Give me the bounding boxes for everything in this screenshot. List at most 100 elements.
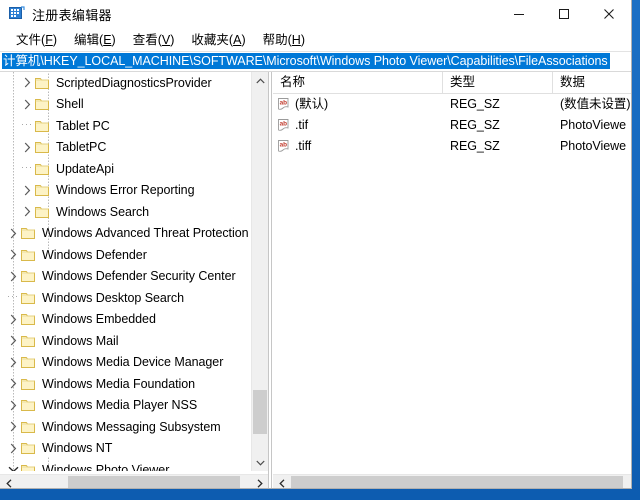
value-row[interactable]: ab .tiff REG_SZ PhotoViewe <box>273 136 631 157</box>
chevron-right-icon[interactable] <box>20 95 34 113</box>
values-horizontal-scrollbar[interactable] <box>273 474 631 488</box>
value-name: (默认) <box>295 97 329 111</box>
tree-item-label: Windows Advanced Threat Protection <box>42 226 249 241</box>
chevron-right-icon[interactable] <box>20 181 34 199</box>
tree-horizontal-scrollbar[interactable] <box>0 474 268 488</box>
value-name: .tiff <box>295 139 312 153</box>
tree-item-label: Windows Error Reporting <box>56 183 195 198</box>
tree-scroll-up-arrow[interactable] <box>252 72 268 89</box>
tree-item-label: Windows Defender <box>42 247 147 262</box>
chevron-right-icon[interactable] <box>20 138 34 156</box>
tree-item-windows-defender-security-center[interactable]: Windows Defender Security Center <box>0 266 250 288</box>
chevron-right-icon[interactable] <box>6 375 20 393</box>
chevron-right-icon[interactable] <box>20 74 34 92</box>
window-title: 注册表编辑器 <box>32 8 112 23</box>
chevron-right-icon[interactable] <box>6 332 20 350</box>
tree-item-windows-advanced-threat-protection[interactable]: Windows Advanced Threat Protection <box>0 223 250 245</box>
value-row[interactable]: ab (默认) REG_SZ (数值未设置) <box>273 94 631 115</box>
menu-help-accel: H <box>291 33 301 47</box>
registry-tree-pane: ScriptedDiagnosticsProvider Shell ··· Table… <box>0 72 268 488</box>
registry-values-list[interactable]: ab (默认) REG_SZ (数值未设置) ab .tif REG_SZ PhotoView… <box>273 94 631 157</box>
chevron-right-icon[interactable] <box>6 246 20 264</box>
tree-item-label: Windows Mail <box>42 333 119 348</box>
menu-favorites[interactable]: 收藏夹(A) <box>183 30 254 50</box>
chevron-right-icon[interactable] <box>6 224 20 242</box>
tree-item-windows-messaging-subsystem[interactable]: Windows Messaging Subsystem <box>0 416 250 438</box>
folder-icon <box>21 355 37 369</box>
tree-item-shell[interactable]: Shell <box>0 94 250 116</box>
menu-file[interactable]: 文件(F) <box>8 30 66 50</box>
value-row[interactable]: ab .tif REG_SZ PhotoViewe <box>273 115 631 136</box>
tree-item-windows-search[interactable]: Windows Search <box>0 201 250 223</box>
svg-text:ab: ab <box>280 100 288 107</box>
tree-item-windows-defender[interactable]: Windows Defender <box>0 244 250 266</box>
tree-item-label: Windows Media Player NSS <box>42 398 198 413</box>
tree-scroll-left-arrow[interactable] <box>0 475 17 488</box>
chevron-right-icon[interactable] <box>6 267 20 285</box>
values-hscroll-thumb[interactable] <box>291 476 623 488</box>
menu-file-accel: F <box>45 33 53 47</box>
close-button[interactable] <box>586 0 631 28</box>
tree-scroll-thumb[interactable] <box>253 390 267 434</box>
menu-view[interactable]: 查看(V) <box>125 30 184 50</box>
tree-vertical-scrollbar[interactable] <box>251 72 268 471</box>
value-type: REG_SZ <box>450 139 500 153</box>
tree-item-windows-media-foundation[interactable]: Windows Media Foundation <box>0 373 250 395</box>
tree-scroll-right-arrow[interactable] <box>251 475 268 488</box>
value-type: REG_SZ <box>450 97 500 111</box>
tree-item-windows-nt[interactable]: Windows NT <box>0 438 250 460</box>
menu-edit[interactable]: 编辑(E) <box>66 30 125 50</box>
tree-item-label: Windows Media Device Manager <box>42 355 224 370</box>
address-bar[interactable]: 计算机\HKEY_LOCAL_MACHINE\SOFTWARE\Microsof… <box>0 51 631 72</box>
folder-icon <box>35 119 51 133</box>
folder-icon <box>21 248 37 262</box>
address-path-text[interactable]: 计算机\HKEY_LOCAL_MACHINE\SOFTWARE\Microsof… <box>2 53 610 69</box>
values-scroll-left-arrow[interactable] <box>273 475 290 488</box>
pane-splitter[interactable] <box>268 72 272 488</box>
tree-hscroll-thumb[interactable] <box>68 476 240 488</box>
string-value-icon: ab <box>277 97 292 112</box>
tree-item-windows-media-device-manager[interactable]: Windows Media Device Manager <box>0 352 250 374</box>
chevron-right-icon[interactable] <box>6 396 20 414</box>
chevron-right-icon[interactable] <box>6 418 20 436</box>
column-header-data[interactable]: 数据 <box>553 72 631 93</box>
chevron-right-icon[interactable] <box>6 310 20 328</box>
tree-item-tablet-pc[interactable]: ··· Tablet PC <box>0 115 250 137</box>
tree-item-windows-mail[interactable]: Windows Mail <box>0 330 250 352</box>
value-type: REG_SZ <box>450 118 500 132</box>
tree-connector-dots: ··· <box>21 162 33 173</box>
folder-icon <box>35 97 51 111</box>
maximize-button[interactable] <box>541 0 586 28</box>
menu-help[interactable]: 帮助(H) <box>255 30 314 50</box>
minimize-button[interactable] <box>496 0 541 28</box>
tree-item-label: ScriptedDiagnosticsProvider <box>56 75 212 90</box>
tree-item-tabletpc[interactable]: TabletPC <box>0 137 250 159</box>
folder-icon <box>21 420 37 434</box>
tree-item-windows-desktop-search[interactable]: ··· Windows Desktop Search <box>0 287 250 309</box>
column-header-type[interactable]: 类型 <box>443 72 553 93</box>
tree-scroll-down-arrow[interactable] <box>252 454 268 471</box>
menu-edit-accel: E <box>103 33 112 47</box>
tree-item-windows-media-player-nss[interactable]: Windows Media Player NSS <box>0 395 250 417</box>
chevron-right-icon[interactable] <box>6 353 20 371</box>
folder-icon <box>21 312 37 326</box>
column-header-name[interactable]: 名称 <box>273 72 443 93</box>
chevron-down-icon[interactable] <box>6 461 20 471</box>
menu-favorites-accel: A <box>233 33 242 47</box>
tree-item-scripteddiagnosticsprovider[interactable]: ScriptedDiagnosticsProvider <box>0 72 250 94</box>
tree-item-windows-error-reporting[interactable]: Windows Error Reporting <box>0 180 250 202</box>
tree-item-windows-embedded[interactable]: Windows Embedded <box>0 309 250 331</box>
registry-tree[interactable]: ScriptedDiagnosticsProvider Shell ··· Table… <box>0 72 250 471</box>
folder-icon <box>21 269 37 283</box>
folder-icon <box>21 291 37 305</box>
string-value-icon: ab <box>277 118 292 133</box>
chevron-right-icon[interactable] <box>6 439 20 457</box>
tree-item-label: Windows Media Foundation <box>42 376 196 391</box>
tree-item-updateapi[interactable]: ··· UpdateApi <box>0 158 250 180</box>
folder-icon <box>21 377 37 391</box>
tree-item-windows-photo-viewer[interactable]: Windows Photo Viewer <box>0 459 250 471</box>
value-name: .tif <box>295 118 308 132</box>
tree-item-label: Windows Search <box>56 204 150 219</box>
chevron-right-icon[interactable] <box>20 203 34 221</box>
svg-text:ab: ab <box>280 121 288 128</box>
